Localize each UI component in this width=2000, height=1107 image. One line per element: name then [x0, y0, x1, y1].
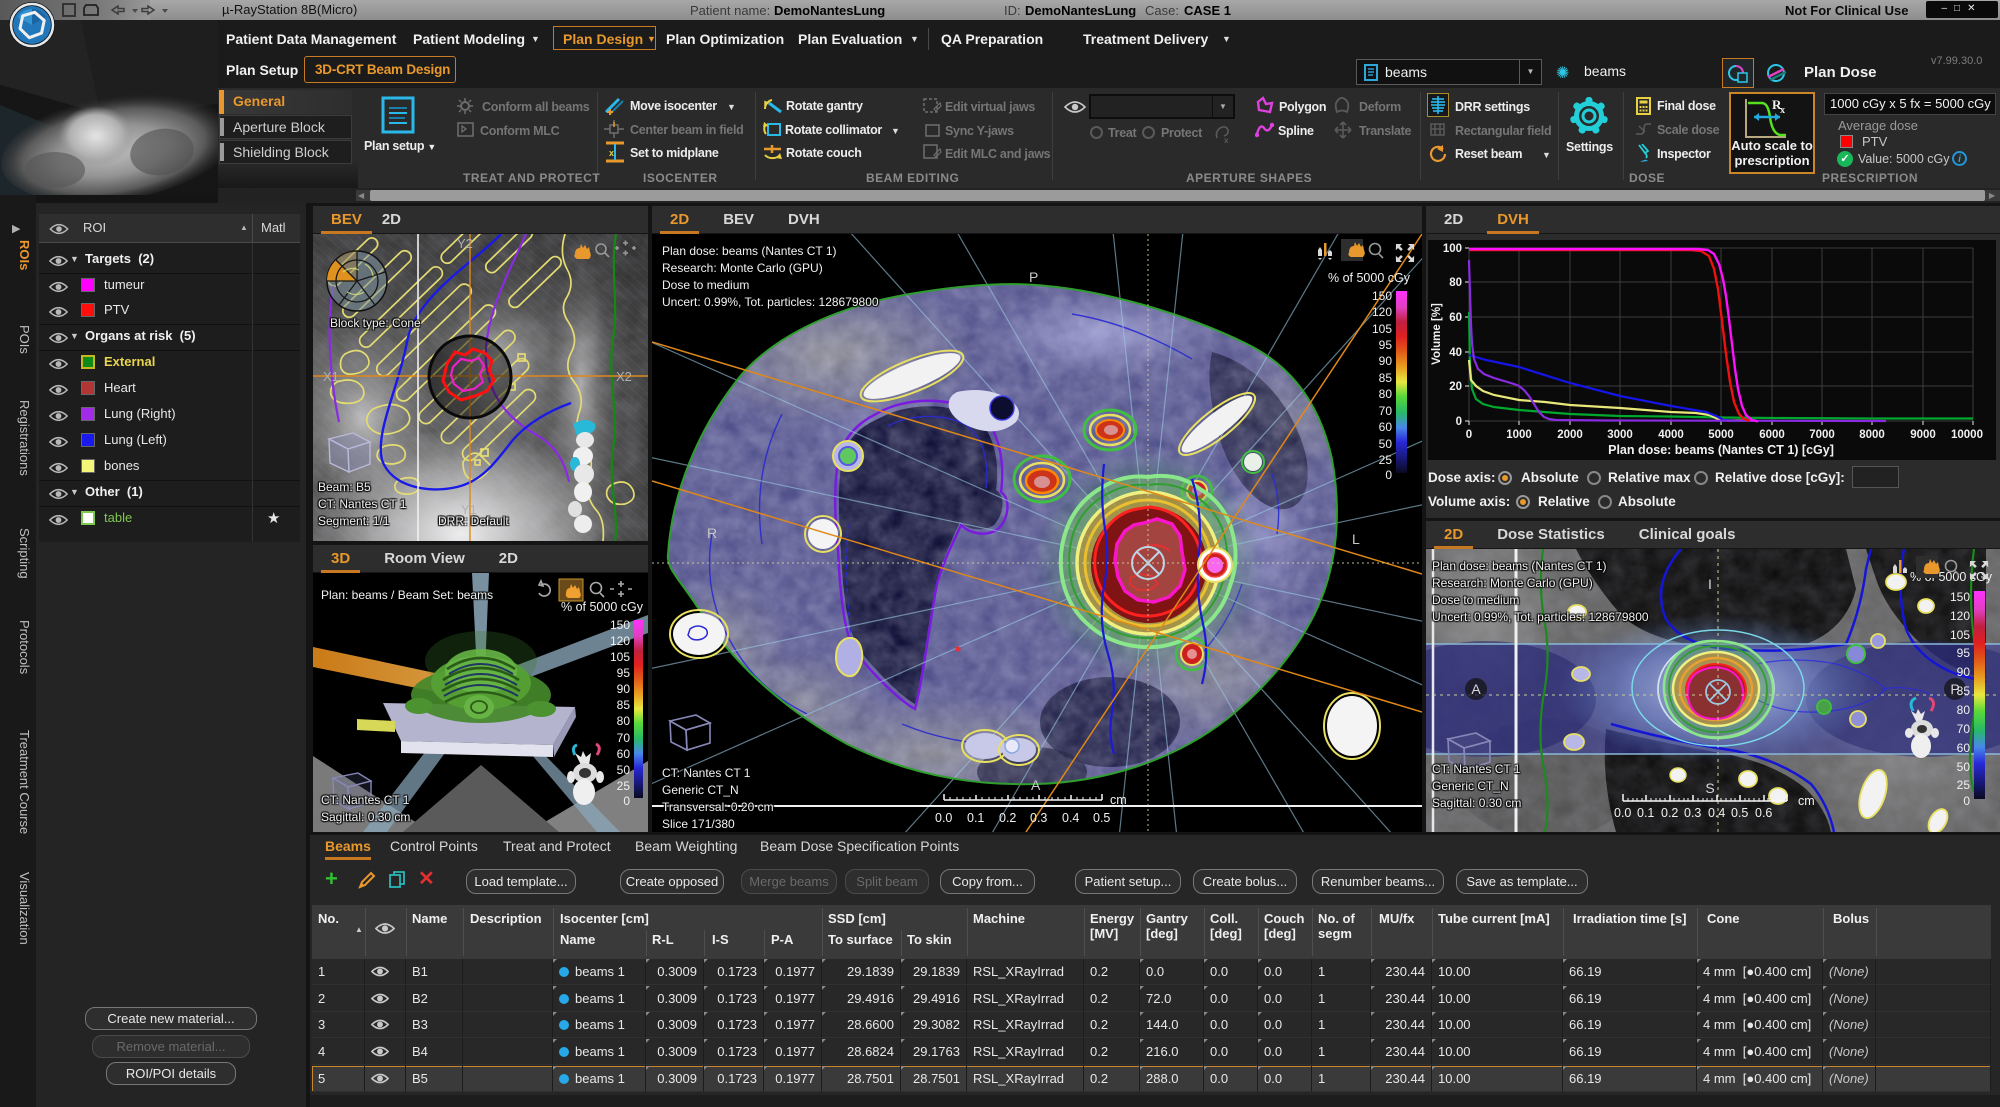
svg-text:X2: X2	[616, 369, 632, 384]
svg-text:50: 50	[1379, 437, 1393, 451]
svg-text:0.4: 0.4	[1062, 811, 1079, 825]
svg-text:105: 105	[1372, 322, 1392, 336]
svg-text:150: 150	[1950, 590, 1970, 604]
svg-text:70: 70	[1957, 722, 1971, 736]
svg-text:10000: 10000	[1951, 429, 1983, 441]
svg-text:P: P	[1029, 269, 1038, 285]
svg-text:1000: 1000	[1506, 429, 1532, 441]
svg-text:40: 40	[1449, 347, 1462, 359]
svg-text:Plan dose: beams (Nantes CT 1): Plan dose: beams (Nantes CT 1) [cGy]	[1608, 443, 1834, 457]
svg-text:80: 80	[1449, 277, 1462, 289]
svg-text:25: 25	[617, 779, 631, 793]
svg-text:S: S	[1705, 780, 1714, 796]
svg-text:0.4: 0.4	[1708, 806, 1725, 820]
svg-text:120: 120	[610, 634, 630, 648]
svg-text:60: 60	[1957, 741, 1971, 755]
svg-text:2000: 2000	[1557, 429, 1583, 441]
svg-text:120: 120	[1950, 609, 1970, 623]
svg-text:95: 95	[1379, 338, 1393, 352]
svg-text:9000: 9000	[1910, 429, 1936, 441]
svg-text:X1: X1	[323, 369, 339, 384]
svg-text:120: 120	[1372, 305, 1392, 319]
svg-text:95: 95	[1957, 646, 1971, 660]
svg-text:8000: 8000	[1859, 429, 1885, 441]
svg-text:3000: 3000	[1607, 429, 1633, 441]
svg-text:60: 60	[1449, 312, 1462, 324]
svg-text:A: A	[1471, 681, 1481, 697]
svg-text:105: 105	[1950, 628, 1970, 642]
svg-text:150: 150	[610, 618, 630, 632]
svg-text:0.2: 0.2	[999, 811, 1016, 825]
svg-text:25: 25	[1957, 778, 1971, 792]
svg-text:90: 90	[617, 682, 631, 696]
svg-text:80: 80	[1957, 703, 1971, 717]
svg-text:0.3: 0.3	[1684, 806, 1701, 820]
svg-text:85: 85	[1957, 684, 1971, 698]
svg-text:0.3: 0.3	[1030, 811, 1047, 825]
svg-text:20: 20	[1449, 381, 1462, 393]
svg-text:% of 5000 cGy: % of 5000 cGy	[1328, 271, 1411, 285]
svg-text:0: 0	[1963, 794, 1970, 808]
svg-text:0.5: 0.5	[1731, 806, 1748, 820]
svg-text:5000: 5000	[1708, 429, 1734, 441]
svg-text:0.6: 0.6	[1755, 806, 1772, 820]
svg-text:0: 0	[1456, 416, 1462, 428]
svg-text:80: 80	[617, 714, 631, 728]
svg-text:cm: cm	[1798, 794, 1815, 808]
svg-text:100: 100	[1443, 243, 1462, 255]
svg-text:0: 0	[623, 794, 630, 808]
svg-text:50: 50	[1957, 760, 1971, 774]
svg-text:150: 150	[1372, 289, 1392, 303]
svg-text:90: 90	[1957, 665, 1971, 679]
svg-text:A: A	[1031, 777, 1041, 793]
svg-text:6000: 6000	[1759, 429, 1785, 441]
svg-text:L: L	[1352, 531, 1360, 547]
svg-text:0: 0	[1385, 468, 1392, 482]
svg-text:cm: cm	[1110, 793, 1127, 807]
svg-text:0.1: 0.1	[1637, 806, 1654, 820]
svg-text:Volume [%]: Volume [%]	[1431, 303, 1443, 365]
svg-text:0: 0	[1466, 429, 1472, 441]
svg-text:0.2: 0.2	[1661, 806, 1678, 820]
svg-text:I: I	[1708, 576, 1712, 592]
svg-text:Y2: Y2	[457, 236, 473, 251]
svg-text:60: 60	[1379, 420, 1393, 434]
svg-text:25: 25	[1379, 453, 1393, 467]
svg-text:90: 90	[1379, 354, 1393, 368]
svg-text:85: 85	[1379, 371, 1393, 385]
svg-text:x: x	[1224, 136, 1229, 144]
svg-text:x: x	[609, 148, 614, 158]
svg-text:105: 105	[610, 650, 630, 664]
svg-text:60: 60	[617, 747, 631, 761]
svg-text:0.0: 0.0	[935, 811, 952, 825]
svg-text:0.5: 0.5	[1093, 811, 1110, 825]
svg-text:50: 50	[617, 763, 631, 777]
svg-text:x: x	[1780, 105, 1785, 116]
svg-text:80: 80	[1379, 387, 1393, 401]
svg-text:R: R	[707, 525, 717, 541]
svg-text:0.0: 0.0	[1614, 806, 1631, 820]
svg-text:70: 70	[617, 731, 631, 745]
svg-text:95: 95	[617, 666, 631, 680]
svg-text:0.1: 0.1	[967, 811, 984, 825]
svg-text:70: 70	[1379, 404, 1393, 418]
svg-text:% of 5000 cGy: % of 5000 cGy	[561, 600, 644, 614]
svg-text:4000: 4000	[1658, 429, 1684, 441]
svg-text:85: 85	[617, 698, 631, 712]
svg-text:7000: 7000	[1809, 429, 1835, 441]
